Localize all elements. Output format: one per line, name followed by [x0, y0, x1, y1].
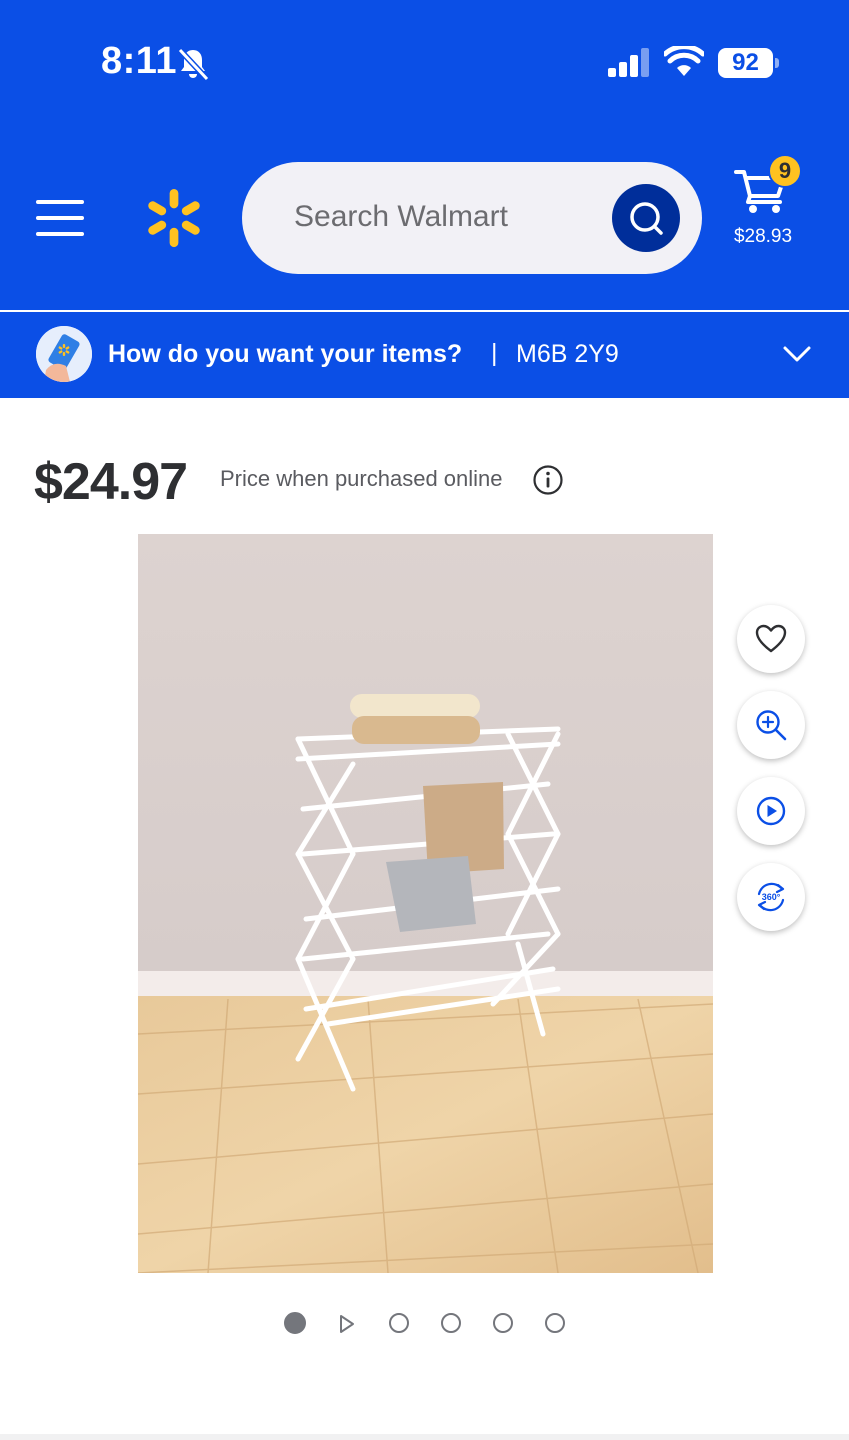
status-time: 8:11: [101, 40, 177, 82]
postal-code: M6B 2Y9: [516, 340, 619, 368]
carousel-dot[interactable]: [545, 1313, 565, 1333]
cellular-signal-icon: [608, 48, 649, 77]
svg-text:360°: 360°: [762, 892, 781, 902]
zoom-button[interactable]: [737, 691, 805, 759]
video-button[interactable]: [737, 777, 805, 845]
zoom-in-icon: [756, 710, 787, 741]
delivery-phone-icon: [36, 326, 92, 382]
search-bar[interactable]: Search Walmart: [242, 162, 702, 274]
heart-icon: [755, 624, 787, 653]
view-360-button[interactable]: 360°: [737, 863, 805, 931]
carousel-dot[interactable]: [284, 1312, 306, 1334]
delivery-selector[interactable]: How do you want your items? | M6B 2Y9: [0, 312, 849, 398]
image-carousel-indicator: [280, 1310, 580, 1338]
cart-button[interactable]: 9 $28.93: [730, 150, 810, 260]
carousel-dot[interactable]: [441, 1313, 461, 1333]
cart-count-badge: 9: [768, 154, 802, 188]
search-icon: [630, 202, 663, 235]
bell-slash-icon: [177, 47, 210, 82]
battery-icon: 92: [718, 48, 780, 80]
section-divider: [0, 1434, 849, 1440]
status-bar: 8:11 92: [0, 0, 849, 130]
battery-level: 92: [718, 48, 773, 78]
carousel-dot[interactable]: [493, 1313, 513, 1333]
price-note: Price when purchased online: [220, 466, 503, 491]
product-price: $24.97: [34, 453, 188, 511]
delivery-separator: |: [491, 339, 498, 367]
wifi-icon: [664, 46, 704, 76]
app-header: 8:11 92 Search Walmart 9 $28.93: [0, 0, 849, 310]
carousel-dot[interactable]: [389, 1313, 409, 1333]
carousel-video-play-icon[interactable]: [338, 1314, 356, 1334]
search-input[interactable]: Search Walmart: [294, 200, 508, 234]
favorite-button[interactable]: [737, 605, 805, 673]
chevron-down-icon[interactable]: [782, 342, 812, 366]
product-image[interactable]: [138, 534, 713, 1273]
walmart-spark-icon[interactable]: [143, 186, 205, 250]
hamburger-menu-icon[interactable]: [36, 198, 86, 238]
rotate-360-icon: 360°: [757, 882, 785, 912]
info-icon[interactable]: [532, 464, 564, 496]
delivery-question: How do you want your items?: [108, 340, 463, 368]
play-icon: [756, 796, 786, 826]
search-button[interactable]: [612, 184, 680, 252]
cart-total: $28.93: [733, 226, 793, 247]
